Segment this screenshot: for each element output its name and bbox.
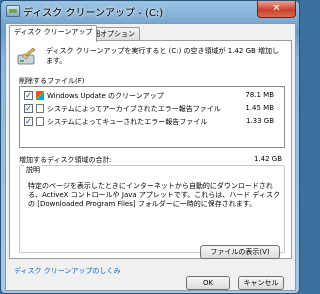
disk-cleanup-icon (6, 5, 20, 17)
files-to-delete-label: 削除するファイル(F) (19, 77, 85, 85)
windows-update-icon (36, 91, 44, 100)
file-size: 1.33 GB (245, 117, 274, 125)
dialog-client: ディスク クリーンアップ 詳細オプション ディスク クリーンアップを実行すると … (5, 23, 296, 291)
list-item[interactable]: ✓ システムによってキューされたエラー報告ファイル 1.33 GB (22, 117, 282, 128)
file-name: システムによってキューされたエラー報告ファイル (47, 118, 208, 126)
title-bar[interactable]: ディスク クリーンアップ - (C:) ✕ (1, 1, 299, 23)
description-legend: 説明 (24, 165, 42, 175)
file-checkbox[interactable]: ✓ (24, 117, 33, 126)
ok-button[interactable]: OK (186, 276, 230, 290)
tab-disk-cleanup[interactable]: ディスク クリーンアップ (9, 25, 98, 42)
file-checkbox[interactable]: ✓ (24, 91, 33, 100)
tab-panel: ディスク クリーンアップを実行すると (C:) の空き領域が 1.42 GB 増… (9, 40, 292, 259)
how-disk-cleanup-works-link[interactable]: ディスク クリーンアップのしくみ (14, 266, 121, 276)
drive-cleanup-icon (17, 47, 36, 65)
list-item[interactable]: ✓ システムによってアーカイブされたエラー報告ファイル 1.45 MB (22, 104, 282, 115)
file-size: 1.45 MB (245, 104, 274, 112)
description-group: 説明 特定のページを表示したときにインターネットから自動的にダウンロードされる、… (19, 165, 285, 253)
intro-text: ディスク クリーンアップを実行すると (C:) の空き領域が 1.42 GB 増… (46, 47, 280, 65)
file-size: 78.1 MB (245, 91, 274, 99)
file-icon (36, 104, 44, 113)
window-title: ディスク クリーンアップ - (C:) (23, 8, 164, 19)
cancel-button[interactable]: キャンセル (238, 276, 284, 290)
description-text: 特定のページを表示したときにインターネットから自動的にダウンロードされる、Act… (28, 182, 280, 208)
view-files-button[interactable]: ファイルの表示(V) (200, 245, 280, 259)
file-name: システムによってアーカイブされたエラー報告ファイル (47, 105, 221, 113)
disk-cleanup-window: ディスク クリーンアップ - (C:) ✕ ディスク クリーンアップ 詳細オプシ… (0, 0, 300, 294)
close-button[interactable]: ✕ (257, 1, 296, 18)
total-space-label: 増加するディスク領域の合計: (19, 156, 112, 164)
file-icon (36, 117, 44, 126)
total-space-value: 1.42 GB (253, 155, 282, 163)
list-item[interactable]: ✓ Windows Update のクリーンアップ 78.1 MB (22, 91, 282, 102)
files-to-delete-list[interactable]: ✓ Windows Update のクリーンアップ 78.1 MB ✓ システム… (19, 86, 285, 148)
file-checkbox[interactable]: ✓ (24, 104, 33, 113)
file-name: Windows Update のクリーンアップ (47, 92, 164, 100)
